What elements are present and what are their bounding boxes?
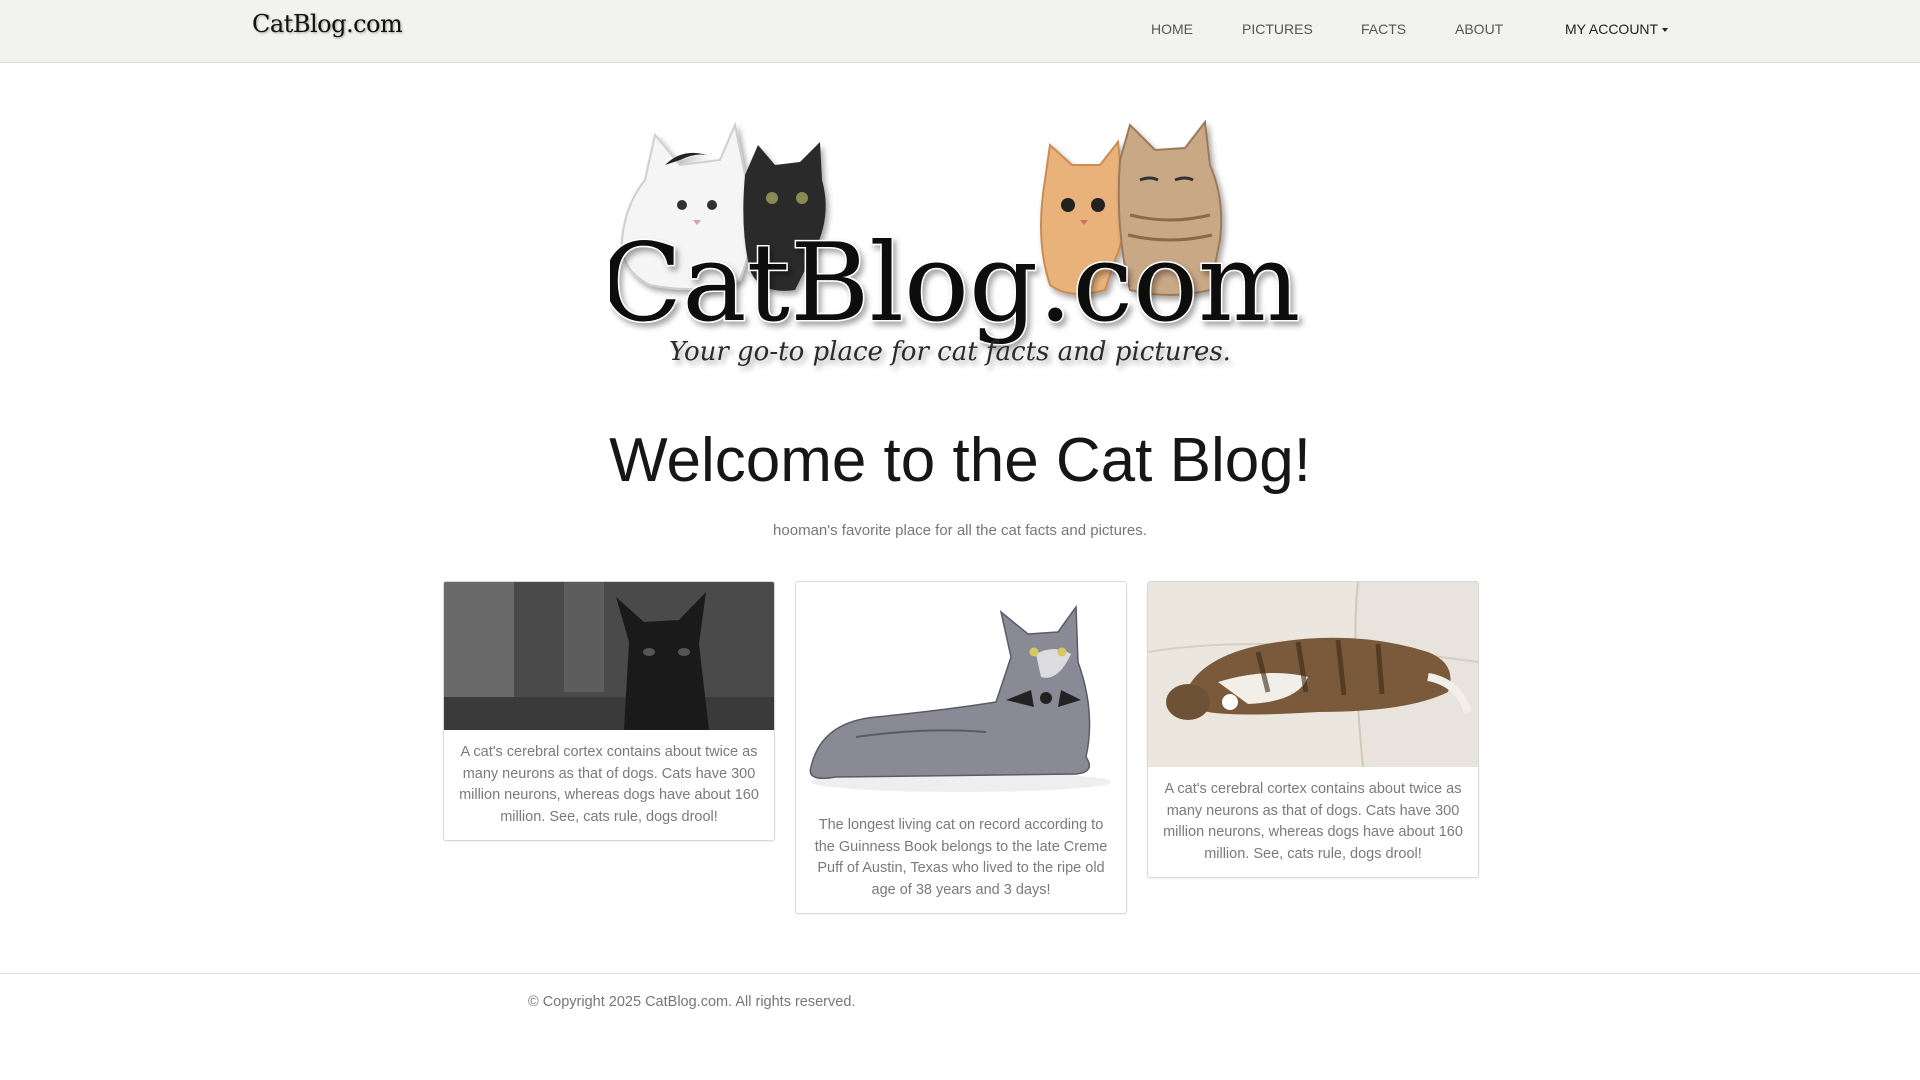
hero-logo-image: CatBlog.com Your go-to place for cat fac… <box>610 120 1302 367</box>
brand-logo[interactable]: CatBlog.com <box>252 10 403 50</box>
nav-my-account-dropdown[interactable]: MY ACCOUNT <box>1565 21 1669 37</box>
fact-card-2: The longest living cat on record accordi… <box>795 581 1127 915</box>
top-navbar: CatBlog.com HOME PICTURES FACTS ABOUT MY… <box>0 0 1920 63</box>
fact-card-3: A cat's cerebral cortex contains about t… <box>1147 581 1479 879</box>
gray-cat-bowtie-photo[interactable] <box>796 582 1126 803</box>
page-title: Welcome to the Cat Blog! <box>609 426 1311 495</box>
hero-logo-wordmark: CatBlog.com <box>610 221 1300 346</box>
brand-logo-text: CatBlog.com <box>252 10 403 38</box>
nav-pictures[interactable]: PICTURES <box>1242 21 1313 37</box>
nav-my-account-label: MY ACCOUNT <box>1565 21 1659 37</box>
black-cat-photo[interactable] <box>444 582 774 730</box>
caret-down-icon <box>1662 28 1669 33</box>
tabby-cat-on-couch-photo[interactable] <box>1148 582 1478 767</box>
fact-card-3-text: A cat's cerebral cortex contains about t… <box>1163 781 1463 862</box>
nav-facts[interactable]: FACTS <box>1361 21 1406 37</box>
nav-home[interactable]: HOME <box>1151 21 1193 37</box>
footer-copyright: © Copyright 2025 CatBlog.com. All rights… <box>528 994 856 1010</box>
hero-logo-tagline: Your go-to place for cat facts and pictu… <box>669 337 1231 367</box>
page-subtitle: hooman's favorite place for all the cat … <box>773 522 1147 539</box>
footer-divider <box>0 973 1920 974</box>
fact-card-2-text: The longest living cat on record accordi… <box>814 817 1108 898</box>
fact-card-1: A cat's cerebral cortex contains about t… <box>443 581 775 842</box>
fact-card-1-text: A cat's cerebral cortex contains about t… <box>459 744 759 825</box>
nav-about[interactable]: ABOUT <box>1455 21 1503 37</box>
